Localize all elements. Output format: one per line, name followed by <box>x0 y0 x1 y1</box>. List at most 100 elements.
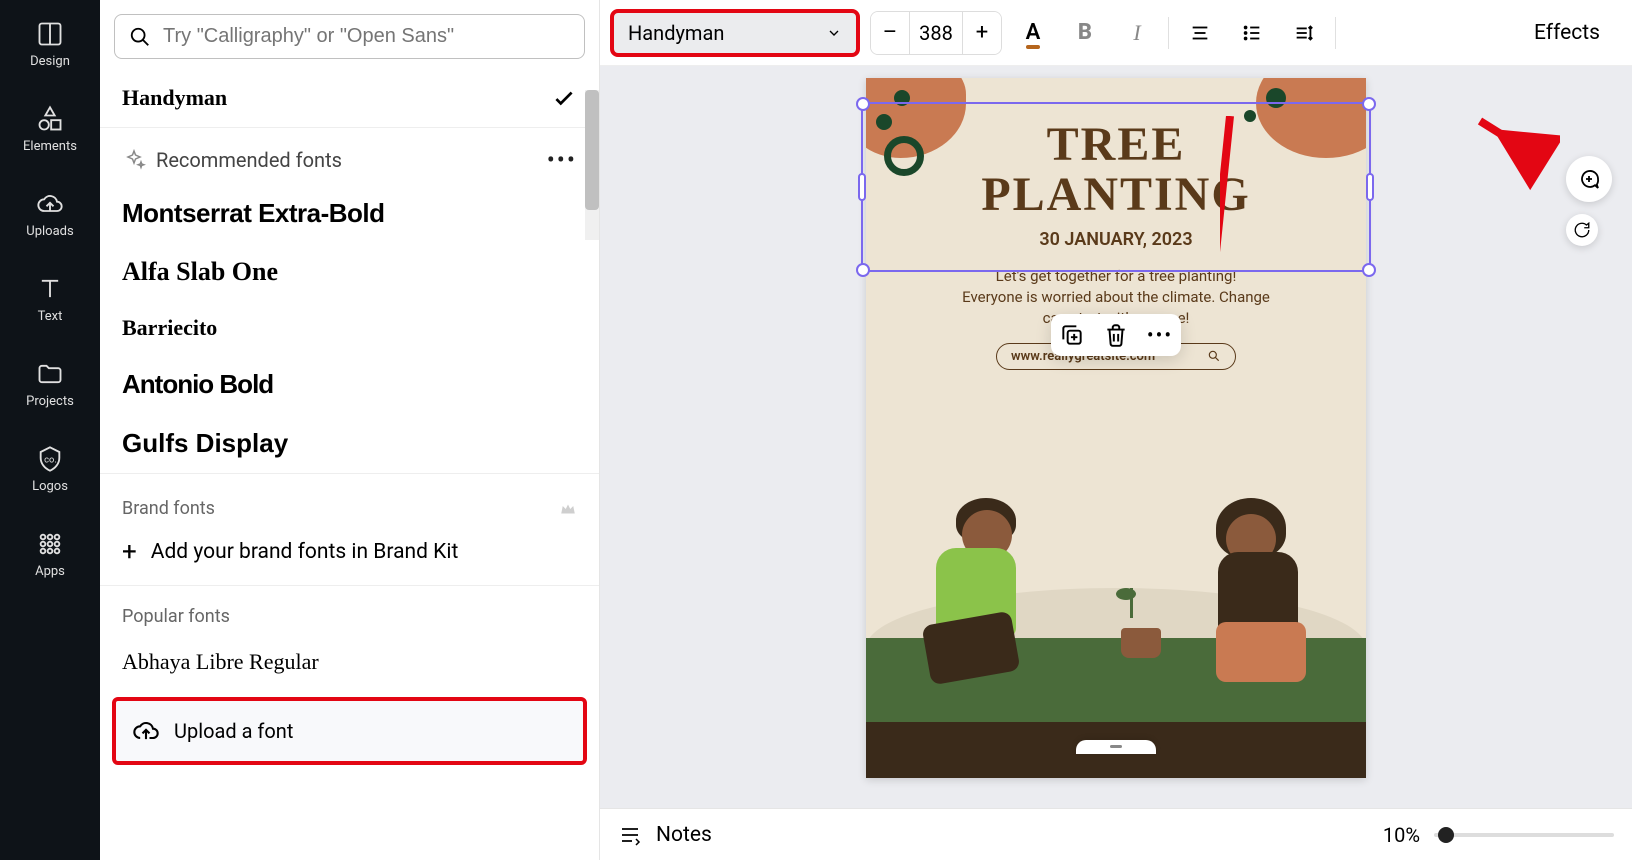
elements-icon <box>36 105 64 133</box>
sync-button[interactable] <box>1566 214 1598 246</box>
zoom-slider[interactable] <box>1434 833 1614 837</box>
text-color-icon: A <box>1026 20 1041 45</box>
font-option[interactable]: Abhaya Libre Regular <box>100 635 599 689</box>
more-button[interactable]: ••• <box>1147 322 1173 348</box>
font-option[interactable]: Antonio Bold <box>100 355 599 414</box>
illustration-pot <box>1121 628 1161 658</box>
text-toolbar: Handyman – 388 + A B I Effects <box>600 0 1632 66</box>
resize-handle[interactable] <box>856 263 870 277</box>
list-icon <box>1241 22 1263 44</box>
selected-font-row[interactable]: Handyman <box>100 69 599 128</box>
selection-bounds[interactable] <box>861 102 1371 272</box>
font-search[interactable] <box>114 14 585 59</box>
font-search-input[interactable] <box>163 25 570 48</box>
duplicate-icon <box>1059 322 1085 348</box>
nav-label: Logos <box>32 479 68 494</box>
apps-grid-icon <box>36 530 64 558</box>
illustration-person <box>1166 498 1346 718</box>
font-option[interactable]: Gulfs Display <box>100 414 599 473</box>
font-panel: Handyman Recommended fonts ••• Montserra… <box>100 0 600 860</box>
crown-icon <box>559 500 577 518</box>
brand-fonts-header: Brand fonts <box>100 482 599 527</box>
font-size-value[interactable]: 388 <box>909 12 963 54</box>
notes-icon <box>618 823 642 847</box>
search-icon <box>1207 349 1221 363</box>
add-brand-label: Add your brand fonts in Brand Kit <box>151 540 459 564</box>
folder-icon <box>36 360 64 388</box>
upload-font-button[interactable]: Upload a font <box>112 697 587 765</box>
add-brand-fonts[interactable]: + Add your brand fonts in Brand Kit <box>100 527 599 577</box>
svg-text:co.: co. <box>44 455 57 466</box>
nav-label: Uploads <box>26 224 73 239</box>
nav-elements[interactable]: Elements <box>0 97 100 162</box>
bold-icon: B <box>1078 20 1092 45</box>
canvas-viewport[interactable]: TREE PLANTING 30 JANUARY, 2023 Let's get… <box>600 66 1632 808</box>
resize-handle-side[interactable] <box>1366 173 1374 201</box>
nav-label: Text <box>38 309 63 324</box>
upload-font-label: Upload a font <box>174 719 293 743</box>
font-option[interactable]: Montserrat Extra-Bold <box>100 184 599 243</box>
italic-button[interactable]: I <box>1116 12 1158 54</box>
nav-uploads[interactable]: Uploads <box>0 182 100 247</box>
separator <box>1168 17 1169 49</box>
nav-design[interactable]: Design <box>0 12 100 77</box>
font-option[interactable]: Alfa Slab One <box>100 243 599 301</box>
list-button[interactable] <box>1231 12 1273 54</box>
logo-icon: co. <box>36 445 64 473</box>
illustration-person <box>886 498 1066 718</box>
font-size-decrease[interactable]: – <box>871 12 909 54</box>
zoom-level[interactable]: 10% <box>1383 823 1420 847</box>
alignment-button[interactable] <box>1179 12 1221 54</box>
text-color-button[interactable]: A <box>1012 12 1054 54</box>
font-name: Handyman <box>122 85 227 111</box>
effects-button[interactable]: Effects <box>1524 21 1610 45</box>
page-tab-handle[interactable] <box>1076 740 1156 754</box>
font-select-label: Handyman <box>628 21 724 45</box>
plus-bubble-icon <box>1577 167 1601 191</box>
resize-handle[interactable] <box>1362 263 1376 277</box>
recommended-header: Recommended fonts ••• <box>100 128 599 184</box>
bottom-bar: Notes 10% <box>600 808 1632 860</box>
comment-button[interactable] <box>1566 156 1612 202</box>
design-icon <box>36 20 64 48</box>
search-icon <box>129 26 151 48</box>
left-sidebar: Design Elements Uploads Text Projects co… <box>0 0 100 860</box>
trash-icon <box>1103 322 1129 348</box>
spacing-icon <box>1293 22 1315 44</box>
section-title: Recommended fonts <box>156 148 342 172</box>
panel-scrollbar[interactable] <box>585 90 599 240</box>
font-option[interactable]: Barriecito <box>100 301 599 355</box>
nav-label: Apps <box>35 564 65 579</box>
spacing-button[interactable] <box>1283 12 1325 54</box>
cloud-upload-icon <box>36 190 64 218</box>
notes-button[interactable]: Notes <box>656 823 712 847</box>
popular-fonts-header: Popular fonts <box>100 585 599 635</box>
nav-label: Projects <box>26 394 74 409</box>
refresh-icon <box>1573 221 1591 239</box>
italic-icon: I <box>1133 20 1140 46</box>
nav-text[interactable]: Text <box>0 267 100 332</box>
body-line: Everyone is worried about the climate. C… <box>866 287 1366 308</box>
font-family-dropdown[interactable]: Handyman <box>610 9 860 57</box>
plus-icon: + <box>122 537 137 567</box>
popular-title: Popular fonts <box>122 606 230 627</box>
cloud-upload-icon <box>132 717 160 745</box>
more-options-icon[interactable]: ••• <box>547 146 577 174</box>
canvas-area: Handyman – 388 + A B I Effects <box>600 0 1632 860</box>
text-icon <box>36 275 64 303</box>
chevron-down-icon <box>826 25 842 41</box>
bold-button[interactable]: B <box>1064 12 1106 54</box>
nav-apps[interactable]: Apps <box>0 522 100 587</box>
duplicate-button[interactable] <box>1059 322 1085 348</box>
separator <box>1335 17 1336 49</box>
font-size-increase[interactable]: + <box>963 12 1001 54</box>
nav-logos[interactable]: co. Logos <box>0 437 100 502</box>
zoom-thumb[interactable] <box>1438 827 1454 843</box>
resize-handle[interactable] <box>1362 97 1376 111</box>
nav-projects[interactable]: Projects <box>0 352 100 417</box>
resize-handle-side[interactable] <box>858 173 866 201</box>
resize-handle[interactable] <box>856 97 870 111</box>
check-icon <box>551 85 577 111</box>
delete-button[interactable] <box>1103 322 1129 348</box>
font-size-stepper: – 388 + <box>870 11 1002 55</box>
